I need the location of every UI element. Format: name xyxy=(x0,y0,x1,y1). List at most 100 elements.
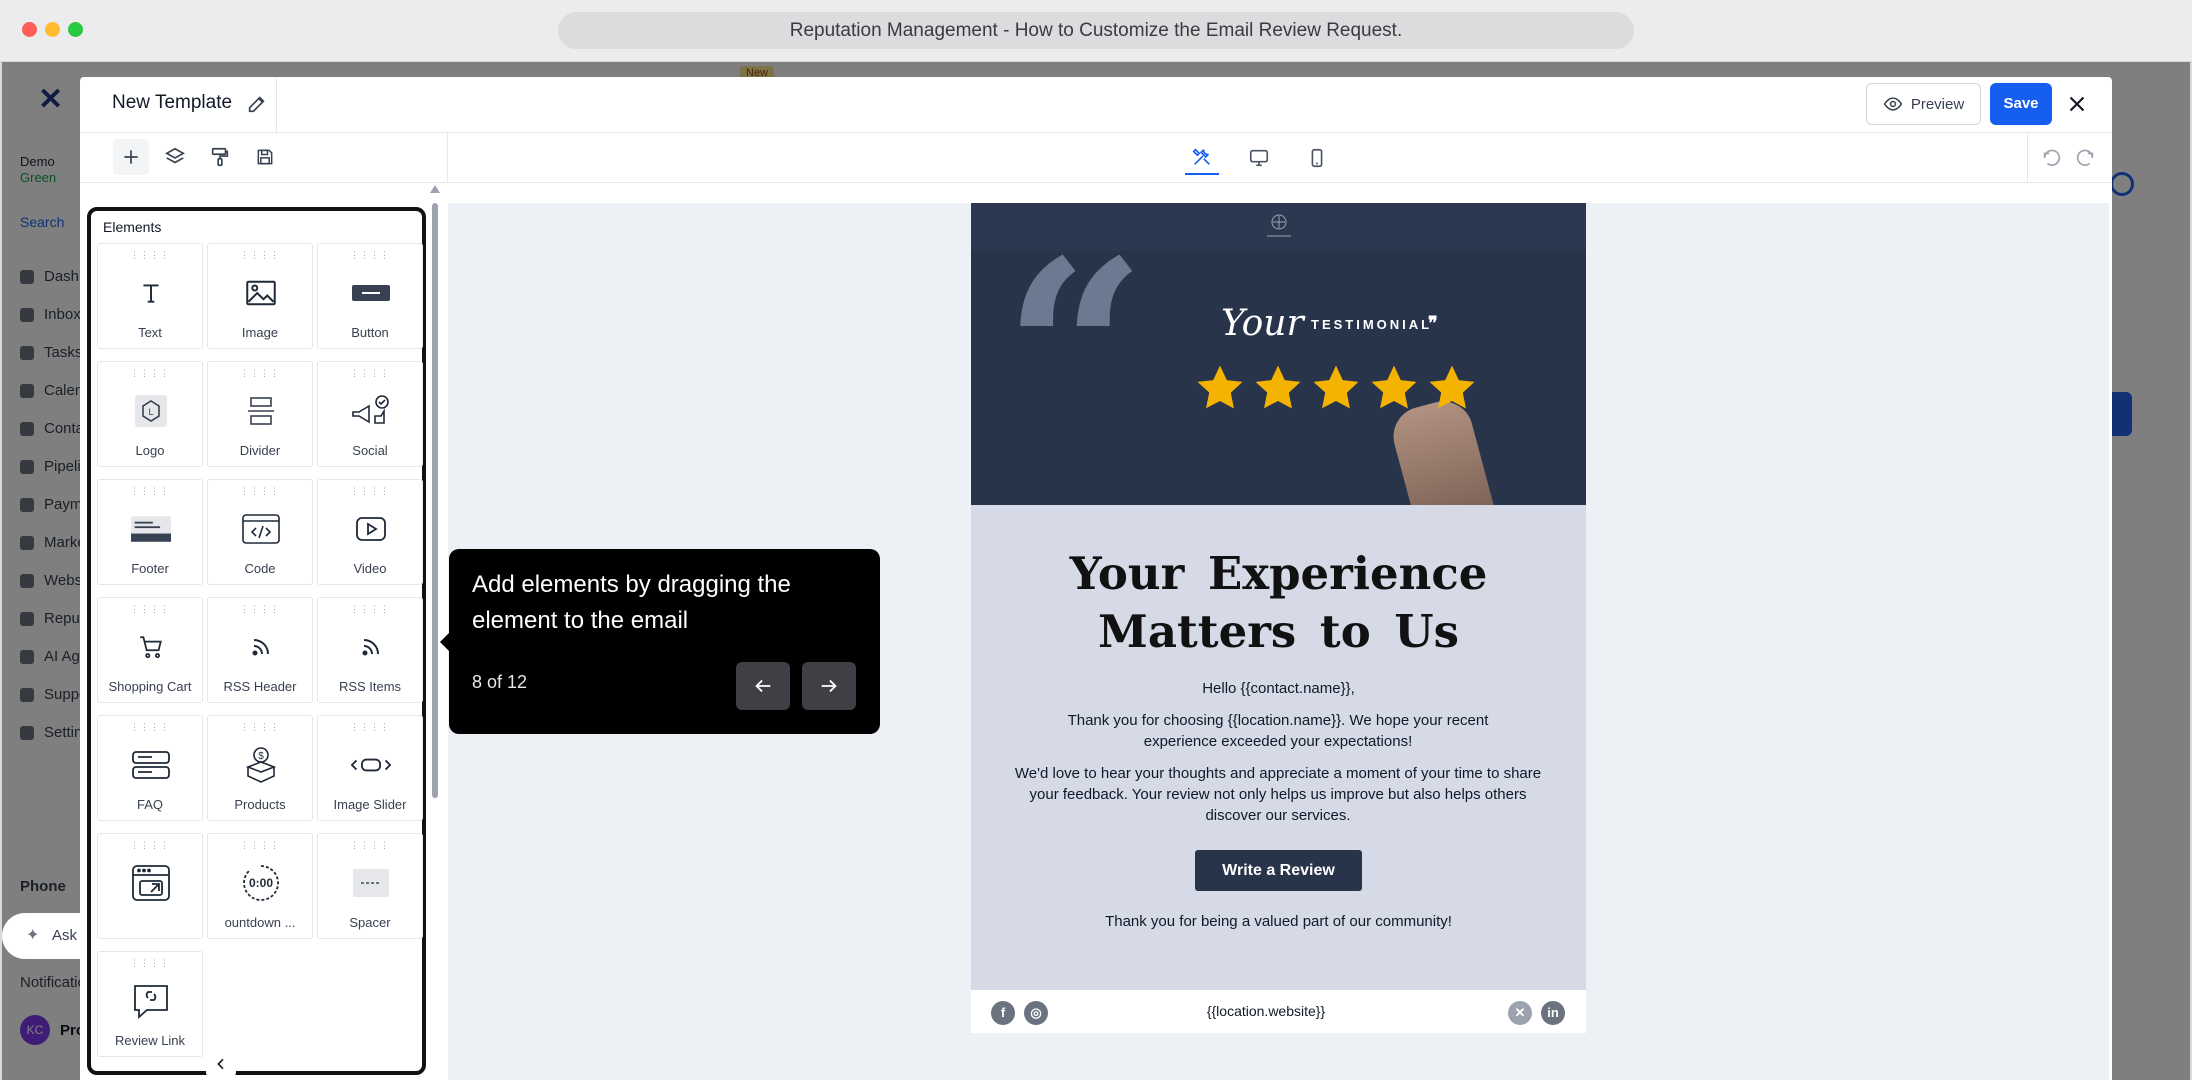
drag-handle-icon[interactable]: ⋮⋮⋮⋮ xyxy=(208,368,312,379)
email-template-editor: New Template Preview Save “ Your TESTIMO… xyxy=(80,77,2112,1080)
element-rss-items[interactable]: ⋮⋮⋮⋮ RSS Items xyxy=(317,597,423,703)
element-label: Code xyxy=(244,561,276,576)
arrow-left-icon xyxy=(755,679,771,693)
drag-handle-icon[interactable]: ⋮⋮⋮⋮ xyxy=(318,368,422,379)
element-label: Button xyxy=(351,325,389,340)
email-hero-image[interactable]: “ Your TESTIMONIAL ❞ xyxy=(971,203,1586,505)
tab-mobile[interactable] xyxy=(1300,141,1334,175)
drag-handle-icon[interactable]: ⋮⋮⋮⋮ xyxy=(98,368,202,379)
plus-icon xyxy=(124,150,138,164)
tour-back-button[interactable] xyxy=(736,662,790,710)
drag-handle-icon[interactable]: ⋮⋮⋮⋮ xyxy=(208,722,312,733)
star-icon xyxy=(1255,365,1301,409)
email-preview[interactable]: “ Your TESTIMONIAL ❞ Your Experience Mat… xyxy=(971,203,1586,1033)
email-paragraph[interactable]: We'd love to hear your thoughts and appr… xyxy=(1013,763,1543,826)
element-shopping-cart[interactable]: ⋮⋮⋮⋮ Shopping Cart xyxy=(97,597,203,703)
rss-icon xyxy=(241,630,281,664)
redo-icon[interactable] xyxy=(2074,147,2096,169)
drag-handle-icon[interactable]: ⋮⋮⋮⋮ xyxy=(208,604,312,615)
collapse-panel-button[interactable] xyxy=(206,1050,236,1078)
element-label: Text xyxy=(138,325,162,340)
tab-builder[interactable] xyxy=(1185,141,1219,175)
element-label: Image xyxy=(241,325,279,340)
element-image-slider[interactable]: ⋮⋮⋮⋮ Image Slider xyxy=(317,715,423,821)
email-closing[interactable]: Thank you for being a valued part of our… xyxy=(971,913,1586,930)
element-text[interactable]: ⋮⋮⋮⋮ Text xyxy=(97,243,203,349)
element-image[interactable]: ⋮⋮⋮⋮ Image xyxy=(207,243,313,349)
element-button[interactable]: ⋮⋮⋮⋮ Button xyxy=(317,243,423,349)
drag-handle-icon[interactable]: ⋮⋮⋮⋮ xyxy=(318,604,422,615)
styles-tool[interactable] xyxy=(202,139,238,175)
add-elements-tool[interactable] xyxy=(113,139,149,175)
faq-icon xyxy=(131,748,171,782)
element-rss-header[interactable]: ⋮⋮⋮⋮ RSS Header xyxy=(207,597,313,703)
star-icon xyxy=(1429,365,1475,409)
email-headline[interactable]: Your Experience Matters to Us xyxy=(971,545,1586,661)
element-label: Footer xyxy=(131,561,169,576)
linkedin-icon[interactable]: in xyxy=(1541,1001,1565,1025)
element-video[interactable]: ⋮⋮⋮⋮ Video xyxy=(317,479,423,585)
element-logo[interactable]: ⋮⋮⋮⋮ L Logo xyxy=(97,361,203,467)
element-code[interactable]: ⋮⋮⋮⋮ Code xyxy=(207,479,313,585)
save-template-tool[interactable] xyxy=(247,139,283,175)
drag-handle-icon[interactable]: ⋮⋮⋮⋮ xyxy=(318,250,422,261)
element-spacer[interactable]: ⋮⋮⋮⋮ Spacer xyxy=(317,833,423,939)
panel-scrollbar[interactable] xyxy=(430,183,440,1080)
drag-handle-icon[interactable]: ⋮⋮⋮⋮ xyxy=(98,840,202,851)
preview-button[interactable]: Preview xyxy=(1866,83,1981,125)
email-footer[interactable]: f ◎ {{location.website}} ✕ in xyxy=(971,990,1586,1033)
template-title[interactable]: New Template xyxy=(112,92,232,114)
element-divider[interactable]: ⋮⋮⋮⋮ Divider xyxy=(207,361,313,467)
drag-handle-icon[interactable]: ⋮⋮⋮⋮ xyxy=(98,250,202,261)
drag-handle-icon[interactable]: ⋮⋮⋮⋮ xyxy=(98,722,202,733)
slider-icon xyxy=(351,748,391,782)
save-button[interactable]: Save xyxy=(1990,83,2052,125)
close-icon[interactable] xyxy=(2064,91,2090,117)
element-embed[interactable]: ⋮⋮⋮⋮ xyxy=(97,833,203,939)
minimize-window-button[interactable] xyxy=(45,22,60,37)
preview-label: Preview xyxy=(1910,95,1965,113)
desktop-icon xyxy=(1249,149,1269,167)
drag-handle-icon[interactable]: ⋮⋮⋮⋮ xyxy=(318,486,422,497)
star-icon xyxy=(1371,365,1417,409)
layers-icon xyxy=(165,147,185,164)
element-review-link[interactable]: ⋮⋮⋮⋮ Review Link xyxy=(97,951,203,1057)
layers-tool[interactable] xyxy=(157,139,193,175)
write-review-button[interactable]: Write a Review xyxy=(1195,850,1362,891)
element-products[interactable]: ⋮⋮⋮⋮ $ Products xyxy=(207,715,313,821)
element-label: ountdown ... xyxy=(224,915,296,930)
eye-icon xyxy=(1883,97,1903,111)
element-social[interactable]: ⋮⋮⋮⋮ Social xyxy=(317,361,423,467)
drag-handle-icon[interactable]: ⋮⋮⋮⋮ xyxy=(318,840,422,851)
drag-handle-icon[interactable]: ⋮⋮⋮⋮ xyxy=(208,840,312,851)
drag-handle-icon[interactable]: ⋮⋮⋮⋮ xyxy=(98,958,202,969)
drag-handle-icon[interactable]: ⋮⋮⋮⋮ xyxy=(208,486,312,497)
window-titlebar: Reputation Management - How to Customize… xyxy=(0,0,2192,62)
pencil-icon[interactable] xyxy=(246,93,268,115)
maximize-window-button[interactable] xyxy=(68,22,83,37)
element-footer[interactable]: ⋮⋮⋮⋮ Footer xyxy=(97,479,203,585)
drag-handle-icon[interactable]: ⋮⋮⋮⋮ xyxy=(318,722,422,733)
star-icon xyxy=(1197,365,1243,409)
undo-icon[interactable] xyxy=(2041,147,2063,169)
headline-line: Matters to Us xyxy=(1098,605,1459,658)
close-window-button[interactable] xyxy=(22,22,37,37)
element-faq[interactable]: ⋮⋮⋮⋮ FAQ xyxy=(97,715,203,821)
review-link-icon xyxy=(131,984,171,1019)
element-label: Products xyxy=(234,797,286,812)
email-paragraph[interactable]: Thank you for choosing {{location.name}}… xyxy=(1043,710,1513,752)
drag-handle-icon[interactable]: ⋮⋮⋮⋮ xyxy=(98,486,202,497)
footer-website: {{location.website}} xyxy=(1206,1003,1326,1019)
element-countdown[interactable]: ⋮⋮⋮⋮ 0:00 ountdown ... xyxy=(207,833,313,939)
x-twitter-icon[interactable]: ✕ xyxy=(1508,1001,1532,1025)
email-greeting[interactable]: Hello {{contact.name}}, xyxy=(971,680,1586,697)
element-label: Logo xyxy=(135,443,165,458)
drag-handle-icon[interactable]: ⋮⋮⋮⋮ xyxy=(208,250,312,261)
email-body[interactable]: Your Experience Matters to Us Hello {{co… xyxy=(971,505,1586,990)
element-label: Image Slider xyxy=(333,797,407,812)
video-icon xyxy=(351,512,391,546)
tour-next-button[interactable] xyxy=(802,662,856,710)
hero-testimonial-text: TESTIMONIAL xyxy=(1311,317,1433,332)
tab-desktop[interactable] xyxy=(1242,141,1276,175)
drag-handle-icon[interactable]: ⋮⋮⋮⋮ xyxy=(98,604,202,615)
